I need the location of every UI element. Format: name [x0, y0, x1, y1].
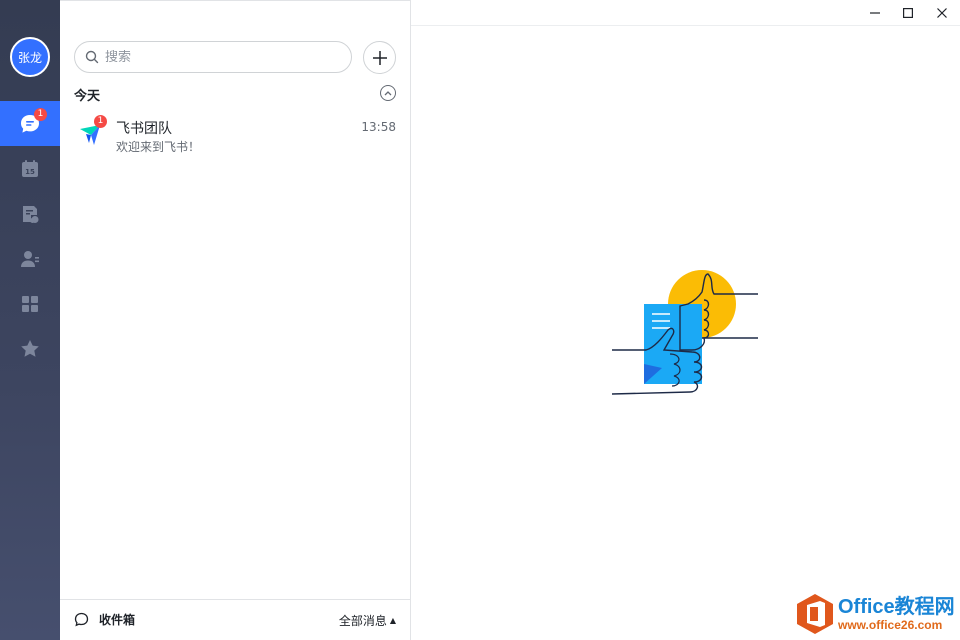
caret-up-icon: ▲ — [389, 616, 396, 625]
search-icon — [85, 50, 99, 64]
close-button[interactable] — [925, 0, 959, 26]
star-icon — [21, 339, 39, 357]
svg-text:15: 15 — [25, 168, 35, 176]
chat-list-panel: 今天 1 飞书团队 13:58 欢迎来到飞书！ 收件箱 全部消息 ▲ — [60, 0, 411, 640]
sidebar-item-favorites[interactable] — [0, 326, 60, 371]
maximize-icon — [903, 8, 913, 18]
sidebar-item-docs[interactable] — [0, 191, 60, 236]
window-titlebar — [411, 0, 960, 26]
calendar-icon: 15 — [22, 159, 38, 177]
minimize-button[interactable] — [858, 0, 892, 26]
sidebar-item-calendar[interactable]: 15 — [0, 146, 60, 191]
avatar[interactable]: 张龙 — [10, 37, 50, 77]
maximize-button[interactable] — [891, 0, 925, 26]
sidebar-item-contacts[interactable] — [0, 236, 60, 281]
chat-preview: 欢迎来到飞书！ — [116, 140, 201, 154]
chat-list-item[interactable]: 1 飞书团队 13:58 欢迎来到飞书！ — [60, 109, 410, 165]
inbox-label: 收件箱 — [99, 613, 136, 627]
chat-time: 13:58 — [361, 120, 396, 134]
inbox-button[interactable]: 收件箱 — [74, 611, 135, 628]
collapse-section-button[interactable] — [380, 85, 396, 101]
chat-outline-icon — [74, 612, 89, 627]
chevron-up-icon — [384, 91, 392, 96]
watermark-title: Office教程网 — [838, 596, 955, 618]
office-logo-icon — [797, 594, 833, 634]
chat-unread-badge: 1 — [94, 115, 107, 128]
add-button[interactable] — [363, 41, 396, 74]
close-icon — [937, 8, 947, 18]
document-cloud-icon — [23, 205, 39, 223]
bottom-bar: 收件箱 全部消息 ▲ — [60, 599, 410, 640]
search-input[interactable] — [105, 49, 325, 65]
watermark-url: www.office26.com — [838, 618, 943, 632]
message-filter-dropdown[interactable]: 全部消息 ▲ — [339, 612, 396, 629]
sidebar: 张龙 1 15 — [0, 0, 60, 640]
chat-name: 飞书团队 — [116, 121, 172, 137]
contacts-icon — [21, 250, 39, 267]
section-title: 今天 — [74, 89, 101, 104]
search-box[interactable] — [74, 41, 352, 73]
thumbs-up-illustration — [611, 270, 758, 395]
sidebar-item-messages[interactable]: 1 — [0, 101, 60, 146]
sidebar-item-workplace[interactable] — [0, 281, 60, 326]
messages-badge: 1 — [34, 108, 47, 121]
minimize-icon — [870, 12, 880, 14]
plus-icon — [372, 50, 387, 65]
filter-label: 全部消息 — [338, 614, 387, 628]
watermark: Office教程网 www.office26.com — [796, 590, 960, 638]
apps-grid-icon — [22, 295, 38, 312]
